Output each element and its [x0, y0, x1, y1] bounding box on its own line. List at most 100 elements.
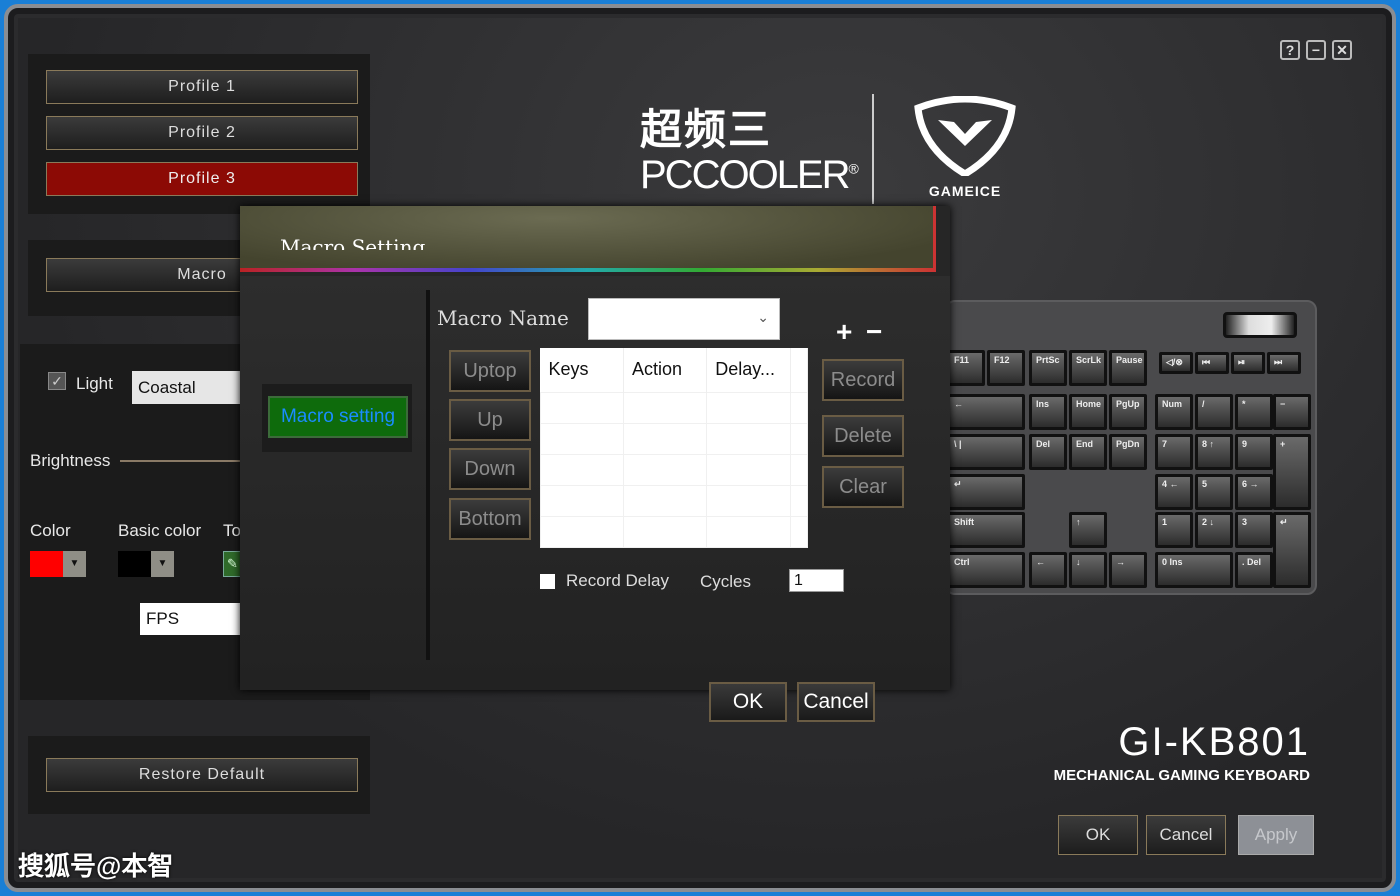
keyboard-key: ⏮ [1195, 352, 1229, 374]
table-row [540, 484, 808, 517]
macro-name-select[interactable]: ⌄ [588, 298, 780, 340]
keyboard-key: ↵ [1273, 512, 1311, 588]
table-row [540, 391, 808, 424]
uptop-button[interactable]: Uptop [449, 350, 531, 392]
table-row [540, 422, 808, 455]
minimize-icon[interactable]: − [1306, 40, 1326, 60]
keyboard-key: 5 [1195, 474, 1233, 510]
basic-color-label: Basic color [118, 521, 202, 540]
apply-button[interactable]: Apply [1238, 815, 1314, 855]
column-action[interactable]: Action [623, 348, 708, 393]
model-block: GI-KB801 MECHANICAL GAMING KEYBOARD [1042, 720, 1310, 784]
pccooler-logo: 超频三 PCCOOLER® [640, 96, 859, 198]
watermark: 搜狐号@本智 [18, 851, 174, 881]
cancel-button[interactable]: Cancel [1146, 815, 1226, 855]
color-swatch [30, 551, 63, 577]
keyboard-key: 0 Ins [1155, 552, 1233, 588]
keyboard-key: 9 [1235, 434, 1273, 470]
keyboard-key: Home [1069, 394, 1107, 430]
keyboard-key: Num [1155, 394, 1193, 430]
dialog-sidebar: Macro setting [262, 384, 412, 452]
color-label: Color [30, 521, 71, 540]
bottom-button[interactable]: Bottom [449, 498, 531, 540]
keyboard-key: PrtSc [1029, 350, 1067, 386]
keyboard-key: 2 ↓ [1195, 512, 1233, 548]
column-spacer [790, 348, 808, 393]
cycles-label: Cycles [700, 572, 752, 591]
down-button[interactable]: Down [449, 448, 531, 490]
dialog-cancel-button[interactable]: Cancel [797, 682, 875, 722]
ok-button[interactable]: OK [1058, 815, 1138, 855]
window-controls: ? − ✕ [1280, 40, 1352, 60]
profile-3-button[interactable]: Profile 3 [46, 162, 358, 196]
table-row [540, 515, 808, 549]
model-subtitle: MECHANICAL GAMING KEYBOARD [1053, 767, 1310, 784]
dialog-divider [426, 290, 430, 660]
column-keys[interactable]: Keys [540, 348, 624, 393]
keyboard-key: F12 [987, 350, 1025, 386]
close-icon[interactable]: ✕ [1332, 40, 1352, 60]
dialog-ok-button[interactable]: OK [709, 682, 787, 722]
keyboard-key: ⏯ [1231, 352, 1265, 374]
tab-macro-setting[interactable]: Macro setting [268, 396, 408, 438]
clear-button[interactable]: Clear [822, 466, 904, 508]
color-picker[interactable]: ▼ [30, 551, 86, 577]
basic-color-picker[interactable]: ▼ [118, 551, 174, 577]
add-macro-button[interactable]: + [836, 316, 852, 348]
chevron-down-icon: ▼ [151, 551, 174, 577]
keyboard-key: Shift [947, 512, 1025, 548]
dialog-title: Macro Setting [280, 236, 426, 250]
remove-macro-button[interactable]: − [866, 316, 882, 348]
profile-1-button[interactable]: Profile 1 [46, 70, 358, 104]
record-delay-checkbox[interactable] [540, 574, 555, 589]
restore-default-button[interactable]: Restore Default [46, 758, 358, 792]
keyboard-key: Pause [1109, 350, 1147, 386]
effect-select[interactable]: Coastal [132, 371, 242, 404]
model-name: GI-KB801 [1118, 720, 1310, 764]
profile-2-button[interactable]: Profile 2 [46, 116, 358, 150]
column-delay[interactable]: Delay... [706, 348, 791, 393]
delete-button[interactable]: Delete [822, 415, 904, 457]
keyboard-key: PgDn [1109, 434, 1147, 470]
record-delay-label: Record Delay [566, 571, 669, 590]
keyboard-image: F11 F12 PrtSc ScrLk Pause ◁/⊗ ⏮ ⏯ ⏭ ← Ins Home PgUp N… [945, 300, 1317, 595]
keyboard-key: End [1069, 434, 1107, 470]
record-button[interactable]: Record [822, 359, 904, 401]
shield-icon [914, 95, 1016, 179]
keyboard-key: → [1109, 552, 1147, 588]
keyboard-key: ◁/⊗ [1159, 352, 1193, 374]
keyboard-key: 7 [1155, 434, 1193, 470]
chevron-down-icon: ▼ [63, 551, 86, 577]
macro-table[interactable]: Keys Action Delay... [540, 348, 808, 549]
macro-setting-dialog: Macro Setting Macro setting Macro Name ⌄… [240, 206, 950, 722]
keyboard-key: Ins [1029, 394, 1067, 430]
keyboard-key: \ | [947, 434, 1025, 470]
table-header: Keys Action Delay... [540, 348, 808, 393]
macro-name-label: Macro Name [437, 306, 569, 330]
dialog-title-bar[interactable]: Macro Setting [240, 206, 936, 272]
brightness-label: Brightness [30, 451, 111, 470]
keyboard-key: / [1195, 394, 1233, 430]
light-label: Light [76, 374, 113, 393]
keyboard-key: ← [947, 394, 1025, 430]
keyboard-key: 4 ← [1155, 474, 1193, 510]
cycles-input[interactable]: 1 [789, 569, 844, 592]
keyboard-key: 3 [1235, 512, 1273, 548]
brightness-slider[interactable] [120, 460, 242, 462]
keyboard-key: ⏭ [1267, 352, 1301, 374]
mode-input[interactable]: FPS [140, 603, 242, 635]
light-checkbox[interactable]: ✓ [48, 372, 66, 390]
keyboard-key: ↵ [947, 474, 1025, 510]
up-button[interactable]: Up [449, 399, 531, 441]
help-icon[interactable]: ? [1280, 40, 1300, 60]
logo-divider [872, 94, 874, 204]
table-row [540, 453, 808, 486]
keyboard-key: − [1273, 394, 1311, 430]
keyboard-key: + [1273, 434, 1311, 510]
keyboard-key: . Del [1235, 552, 1273, 588]
keyboard-key: Ctrl [947, 552, 1025, 588]
chevron-down-icon: ⌄ [757, 309, 769, 325]
keyboard-key: 6 → [1235, 474, 1273, 510]
brand-en: PCCOOLER [640, 153, 850, 197]
keyboard-key: Del [1029, 434, 1067, 470]
